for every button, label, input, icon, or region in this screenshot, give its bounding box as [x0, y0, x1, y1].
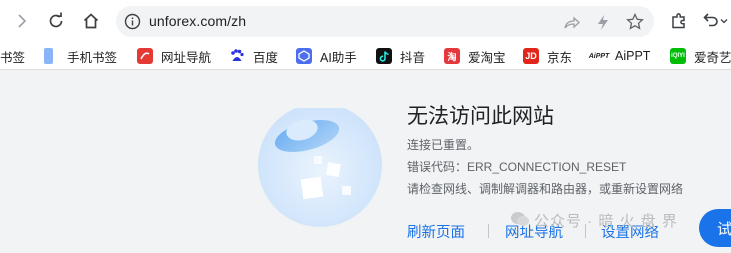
floating-action-button[interactable]: 试 [699, 209, 731, 247]
bookmark-label[interactable]: 百度 [253, 47, 278, 66]
bookmark-item-baidu[interactable]: 百度 [229, 47, 278, 65]
bookmark-label[interactable]: 网址导航 [161, 47, 211, 66]
error-code: 错误代码：ERR_CONNECTION_RESET [407, 160, 627, 174]
bookmark-item-douyin[interactable]: 抖音 [376, 47, 425, 65]
bookmark-item-folder[interactable]: 书签 [0, 47, 25, 65]
bookmark-item-aippt[interactable]: AiPPT AiPPT [588, 47, 651, 65]
bookmark-item-taobao[interactable]: 淘 爱淘宝 [444, 47, 506, 65]
bookmark-label[interactable]: 京东 [547, 47, 572, 66]
bookmark-label[interactable]: 书签 [0, 47, 25, 66]
error-message: 连接已重置。 [407, 138, 480, 152]
error-suggestion: 请检查网线、调制解调器和路由器，或重新设置网络 [407, 182, 684, 196]
share-icon[interactable] [561, 12, 581, 32]
chevron-down-icon[interactable] [720, 12, 728, 30]
baidu-icon [229, 48, 245, 64]
browser-toolbar: unforex.com/zh [0, 0, 731, 42]
bookmark-label[interactable]: 抖音 [400, 47, 425, 66]
undo-icon[interactable] [702, 10, 720, 33]
douyin-icon [376, 48, 392, 64]
undo-menu[interactable] [699, 8, 731, 34]
bookmarks-bar: 书签 手机书签 网址导航 百度 AI助手 抖音 淘 爱淘宝 JD 京东 AiPP… [0, 42, 731, 70]
taobao-icon: 淘 [444, 48, 460, 64]
forward-icon[interactable] [9, 8, 35, 34]
mobile-bookmarks-icon [44, 48, 53, 64]
reload-icon[interactable] [43, 8, 69, 34]
bookmark-item-site-nav[interactable]: 网址导航 [137, 47, 211, 65]
bookmark-label[interactable]: AI助手 [320, 47, 357, 66]
bookmark-label[interactable]: 手机书签 [67, 47, 117, 66]
disconnected-planet-illustration [258, 108, 382, 227]
bookmark-item-ai-assistant[interactable]: AI助手 [296, 47, 357, 65]
wechat-icon [510, 210, 530, 228]
bookmark-star-icon[interactable] [625, 12, 645, 32]
bookmark-label[interactable]: 爱淘宝 [468, 47, 506, 66]
ai-assistant-icon [296, 48, 312, 64]
url-text[interactable]: unforex.com/zh [149, 13, 246, 29]
watermark-text: 公众号 · 暗 火 盘 界 [534, 213, 678, 230]
link-divider [488, 224, 489, 238]
bookmark-label[interactable]: AiPPT [615, 49, 650, 63]
jd-icon: JD [523, 48, 539, 64]
bookmark-item-mobile[interactable]: 手机书签 [44, 47, 117, 65]
site-info-icon[interactable] [124, 13, 141, 30]
address-bar[interactable]: unforex.com/zh [116, 6, 654, 37]
performance-icon[interactable] [593, 12, 613, 32]
home-icon[interactable] [78, 8, 104, 34]
site-nav-icon [137, 48, 153, 64]
extensions-icon[interactable] [666, 8, 692, 34]
bookmark-label[interactable]: 爱奇艺 [694, 47, 731, 66]
aippt-icon: AiPPT [588, 52, 610, 60]
bookmark-item-iqiyi[interactable]: iQIYI 爱奇艺 [670, 47, 731, 65]
reload-link[interactable]: 刷新页面 [407, 221, 465, 242]
error-title: 无法访问此网站 [407, 105, 554, 128]
bookmark-item-jd[interactable]: JD 京东 [523, 47, 572, 65]
iqiyi-icon: iQIYI [670, 48, 686, 64]
